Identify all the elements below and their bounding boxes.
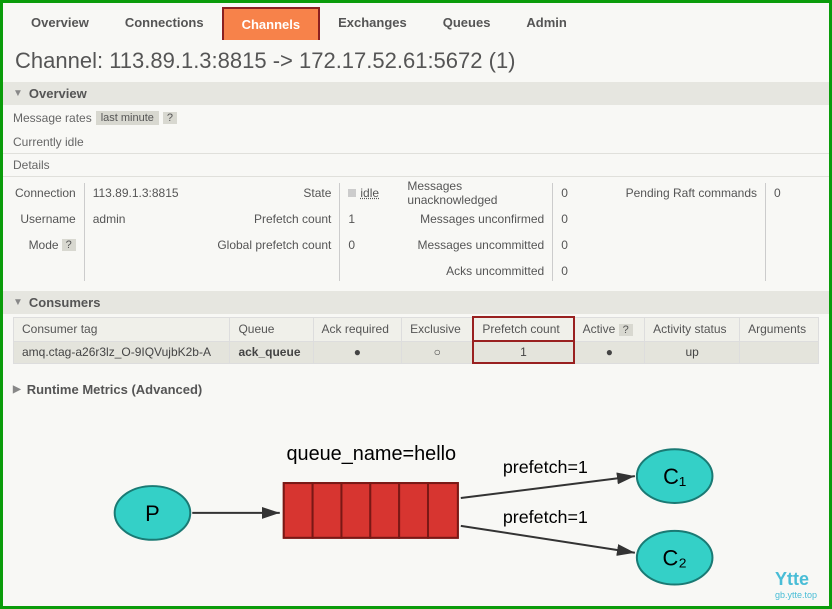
help-icon[interactable]: ? [163,112,177,124]
th-queue[interactable]: Queue [230,317,313,341]
nav-connections[interactable]: Connections [107,7,222,40]
state-label: State [303,183,331,203]
msg-rates-label: Message rates [13,111,92,125]
watermark-sub: gb.ytte.top [775,590,817,600]
diagram-area: P queue_name=hello prefetch=1 prefetch=1… [53,398,799,598]
cell-ack: ● [313,341,402,363]
cell-queue[interactable]: ack_queue [230,341,313,363]
msgs-unack-value: 0 [561,183,568,203]
prefetch-value: 1 [348,209,355,229]
msg-rates-period[interactable]: last minute [96,111,159,125]
pending-raft-label: Pending Raft commands [626,183,757,203]
cell-active: ● [574,341,645,363]
runtime-label: Runtime Metrics (Advanced) [27,382,203,397]
queue-box [284,483,458,538]
message-rates-row: Message rates last minute ? [3,105,829,131]
th-prefetch[interactable]: Prefetch count [473,317,573,341]
th-active[interactable]: Active ? [574,317,645,341]
idle-status: Currently idle [3,131,829,154]
cell-arguments [740,341,819,363]
msgs-uncomm-label: Messages uncommitted [417,235,544,255]
cell-activity: up [645,341,740,363]
top-nav: Overview Connections Channels Exchanges … [3,3,829,40]
overview-section-header[interactable]: ▼ Overview [3,82,829,105]
heading-value: 113.89.1.3:8815 -> 172.17.52.61:5672 (1) [109,48,515,73]
msgs-unconf-label: Messages unconfirmed [420,209,544,229]
consumers-table: Consumer tag Queue Ack required Exclusiv… [13,316,819,364]
th-consumer-tag[interactable]: Consumer tag [14,317,230,341]
collapse-icon: ▼ [13,297,23,308]
expand-icon: ▶ [13,384,21,395]
cell-tag[interactable]: amq.ctag-a26r3lz_O-9IQVujbK2b-A [14,341,230,363]
cell-exclusive: ○ [402,341,474,363]
nav-overview[interactable]: Overview [13,7,107,40]
username-label: Username [20,209,75,229]
pending-raft-value: 0 [774,183,781,203]
table-header-row: Consumer tag Queue Ack required Exclusiv… [14,317,819,341]
overview-label: Overview [29,86,87,101]
global-prefetch-value: 0 [348,235,355,255]
consumers-label: Consumers [29,295,101,310]
details-grid: Connection Username Mode ? 113.89.1.3:88… [3,177,829,291]
connection-value[interactable]: 113.89.1.3:8815 [93,183,179,203]
collapse-icon: ▼ [13,88,23,99]
queue-diagram: P queue_name=hello prefetch=1 prefetch=1… [53,398,799,598]
state-value: idle [348,183,379,203]
nav-queues[interactable]: Queues [425,7,509,40]
msgs-unconf-value: 0 [561,209,568,229]
th-exclusive[interactable]: Exclusive [402,317,474,341]
state-dot-icon [348,189,356,197]
nav-exchanges[interactable]: Exchanges [320,7,425,40]
producer-label: P [145,501,160,526]
help-icon[interactable]: ? [619,324,633,336]
details-header: Details [3,154,829,177]
nav-channels[interactable]: Channels [222,7,321,40]
msgs-unack-label: Messages unacknowledged [407,183,544,203]
nav-admin[interactable]: Admin [508,7,584,40]
prefetch-label: Prefetch count [254,209,331,229]
watermark: Ytte gb.ytte.top [775,569,817,600]
acks-uncomm-value: 0 [561,261,568,281]
consumer-1-label: C₁ [663,464,686,489]
heading-prefix: Channel: [15,48,109,73]
cell-prefetch: 1 [473,341,573,363]
queue-name-label: queue_name=hello [286,443,456,465]
username-value: admin [93,209,126,229]
consumers-section-header[interactable]: ▼ Consumers [3,291,829,314]
consumer-2-label: C₂ [663,546,687,571]
acks-uncomm-label: Acks uncommitted [446,261,544,281]
th-arguments[interactable]: Arguments [740,317,819,341]
edge-label-2: prefetch=1 [503,507,588,527]
table-row: amq.ctag-a26r3lz_O-9IQVujbK2b-A ack_queu… [14,341,819,363]
edge-label-1: prefetch=1 [503,457,588,477]
page-title: Channel: 113.89.1.3:8815 -> 172.17.52.61… [3,40,829,82]
global-prefetch-label: Global prefetch count [217,235,331,255]
mode-label: Mode ? [29,235,76,255]
th-ack[interactable]: Ack required [313,317,402,341]
connection-label: Connection [15,183,76,203]
msgs-uncomm-value: 0 [561,235,568,255]
help-icon[interactable]: ? [62,239,76,251]
th-activity[interactable]: Activity status [645,317,740,341]
